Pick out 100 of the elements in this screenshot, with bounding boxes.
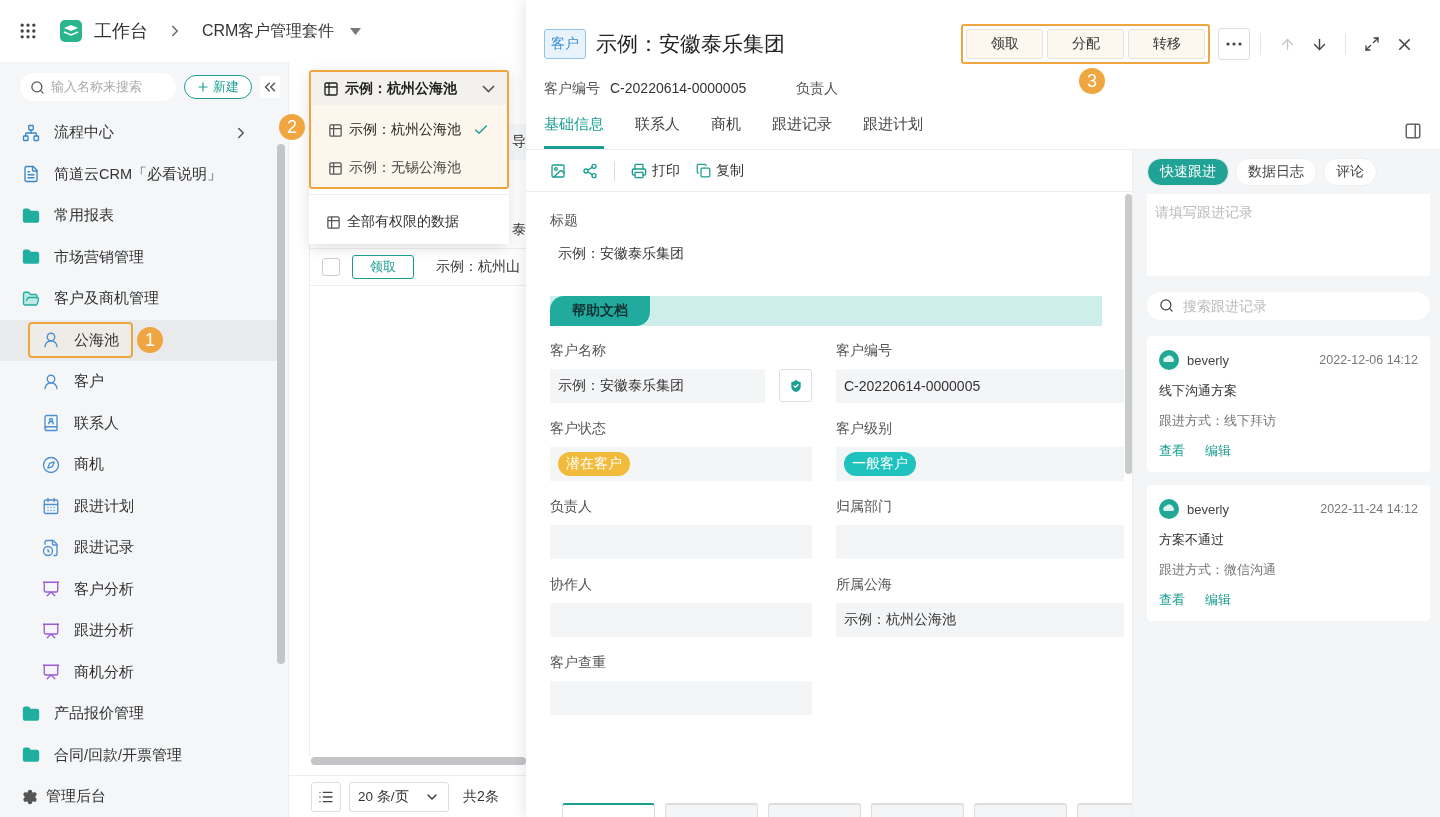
- callout-badge: 2: [279, 114, 305, 140]
- suite-title[interactable]: CRM客户管理套件: [202, 20, 335, 42]
- document-icon: [22, 165, 40, 184]
- shield-button[interactable]: [779, 369, 812, 402]
- follow-up-input[interactable]: 请填写跟进记录: [1147, 194, 1430, 276]
- card-link[interactable]: 编辑: [1205, 591, 1231, 609]
- avatar-icon: [1159, 499, 1179, 519]
- claim-button[interactable]: 领取: [352, 255, 414, 279]
- card-link[interactable]: 编辑: [1205, 442, 1231, 460]
- sidebar-item-label: 跟进计划: [74, 496, 134, 516]
- view-selector[interactable]: 示例：杭州公海池: [311, 72, 507, 105]
- callout-badge: 3: [1079, 68, 1105, 94]
- table-cell: 泰: [512, 221, 526, 239]
- sidebar-item[interactable]: 跟进分析: [0, 610, 280, 652]
- preview-icon[interactable]: [550, 162, 566, 179]
- app-title[interactable]: 工作台: [94, 19, 148, 43]
- sidebar-item[interactable]: 联系人: [0, 402, 280, 444]
- sidebar-item-label: 跟进分析: [74, 621, 134, 641]
- person-icon: [42, 372, 60, 391]
- sidebar-item[interactable]: 客户: [0, 361, 280, 403]
- sidebar-item[interactable]: 商机分析: [0, 651, 280, 693]
- settings-icon: [22, 788, 38, 805]
- sidebar-item[interactable]: 常用报表: [0, 195, 280, 237]
- record-icon: [42, 538, 60, 557]
- sidebar-item[interactable]: 跟进计划: [0, 485, 280, 527]
- sidebar-item[interactable]: 产品报价管理: [0, 693, 280, 735]
- sidebar-item[interactable]: 跟进记录: [0, 527, 280, 569]
- sidebar-item-label: 合同/回款/开票管理: [54, 745, 183, 765]
- timestamp: 2022-11-24 14:12: [1320, 502, 1418, 516]
- field[interactable]: C-20220614-0000005: [836, 369, 1124, 403]
- record-method: 跟进方式：线下拜访: [1159, 412, 1277, 430]
- sidebar-item-label: 客户: [74, 372, 104, 392]
- sidebar-item[interactable]: 流程中心: [0, 112, 280, 154]
- sidebar-item[interactable]: 合同/回款/开票管理: [0, 734, 280, 776]
- app-grid-icon[interactable]: [18, 21, 38, 41]
- callout-badge: 1: [137, 327, 163, 354]
- scrollbar[interactable]: [311, 757, 526, 765]
- sidebar-item[interactable]: 商机: [0, 444, 280, 486]
- card-link[interactable]: 查看: [1159, 442, 1185, 460]
- tab[interactable]: 数据日志: [1235, 158, 1317, 186]
- share-icon[interactable]: [582, 162, 598, 179]
- chevron-down-icon: [482, 84, 495, 93]
- expand-icon[interactable]: [1364, 36, 1380, 52]
- field-label: 客户名称: [550, 342, 607, 360]
- side-panel-icon[interactable]: [1404, 122, 1422, 140]
- chart-monitor-icon: [42, 663, 60, 682]
- table-icon: [323, 80, 339, 97]
- tab[interactable]: 商机: [711, 115, 741, 149]
- table-icon: [328, 122, 343, 138]
- tab[interactable]: 跟进计划: [863, 115, 923, 149]
- folder-icon: [22, 704, 40, 723]
- field-label: 客户级别: [836, 420, 893, 438]
- flow-icon: [22, 123, 40, 142]
- sidebar-item[interactable]: 公海池 1: [0, 319, 280, 361]
- sidebar-item-label: 商机: [74, 455, 104, 475]
- print-button[interactable]: 打印: [631, 161, 680, 180]
- list-button[interactable]: [311, 781, 341, 812]
- more-button[interactable]: [1218, 28, 1250, 60]
- row-checkbox[interactable]: [322, 258, 340, 276]
- sidebar-item[interactable]: 市场营销管理: [0, 236, 280, 278]
- person-icon: [42, 331, 60, 350]
- tab[interactable]: 跟进记录: [772, 115, 832, 149]
- search-icon: [30, 79, 45, 95]
- sidebar-item-label: 常用报表: [54, 206, 114, 226]
- field-label: 标题: [550, 212, 579, 230]
- copy-button[interactable]: 复制: [696, 161, 744, 180]
- page-size-select[interactable]: 20 条/页: [349, 781, 449, 812]
- caret-icon[interactable]: [350, 27, 362, 35]
- tab[interactable]: 联系人: [635, 115, 680, 149]
- user-name: beverly: [1187, 501, 1229, 517]
- sidebar-item[interactable]: 客户分析: [0, 568, 280, 610]
- view-option[interactable]: 全部有权限的数据: [309, 200, 509, 244]
- table-icon: [328, 160, 343, 176]
- field[interactable]: 示例：杭州公海池: [836, 603, 1124, 637]
- shield-icon: [787, 377, 804, 394]
- table-icon: [326, 214, 341, 230]
- scrollbar[interactable]: [277, 144, 285, 664]
- action-button[interactable]: 转移: [1128, 29, 1205, 59]
- record-title: 方案不通过: [1159, 531, 1225, 549]
- sidebar-item-label: 跟进记录: [74, 538, 134, 558]
- meta-info: 负责人: [796, 80, 839, 98]
- table-cell: 示例：杭州山: [436, 258, 520, 276]
- field-value: 示例：安徽泰乐集团: [557, 244, 685, 263]
- sidebar-item-label: 商机分析: [74, 662, 134, 682]
- action-button[interactable]: 分配: [1047, 29, 1124, 59]
- folder-icon: [22, 206, 40, 225]
- collapse-button[interactable]: [259, 76, 280, 98]
- sidebar-item[interactable]: 简道云CRM「必看说明」: [0, 153, 280, 195]
- new-button[interactable]: 新建: [183, 75, 252, 99]
- compass-icon: [42, 455, 60, 474]
- action-button[interactable]: 领取: [966, 29, 1043, 59]
- sidebar-item-label: 市场营销管理: [54, 247, 144, 267]
- tab[interactable]: 评论: [1323, 158, 1377, 186]
- scrollbar[interactable]: [1125, 194, 1132, 474]
- status-tag: 一般客户: [844, 452, 916, 476]
- card-link[interactable]: 查看: [1159, 591, 1185, 609]
- admin-link[interactable]: 管理后台: [0, 776, 288, 817]
- search-field[interactable]: 搜索跟进记录: [1147, 292, 1430, 320]
- sidebar-item[interactable]: 客户及商机管理: [0, 278, 280, 320]
- field[interactable]: 示例：安徽泰乐集团: [550, 369, 765, 403]
